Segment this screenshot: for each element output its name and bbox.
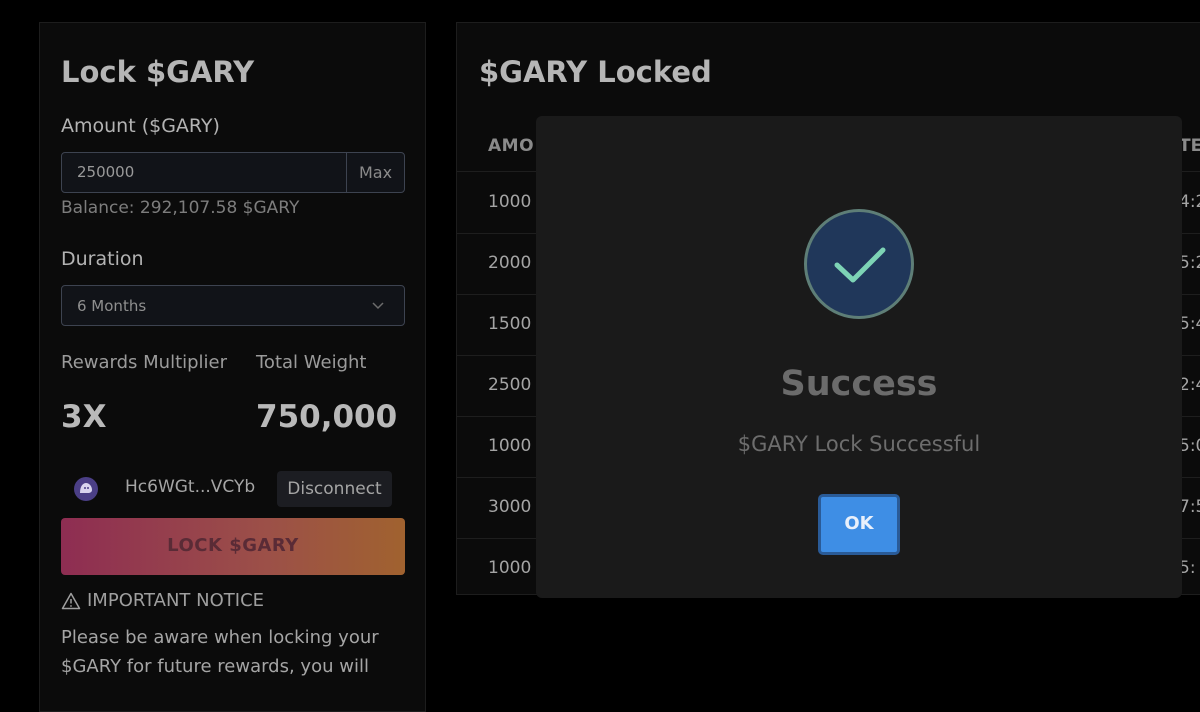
dialog-title: Success: [780, 364, 938, 404]
ok-button[interactable]: OK: [818, 494, 900, 555]
check-circle-icon: [804, 209, 914, 319]
modal-overlay: Success $GARY Lock Successful OK: [0, 0, 1200, 690]
dialog-message: $GARY Lock Successful: [737, 432, 981, 456]
success-dialog: Success $GARY Lock Successful OK: [536, 116, 1182, 598]
